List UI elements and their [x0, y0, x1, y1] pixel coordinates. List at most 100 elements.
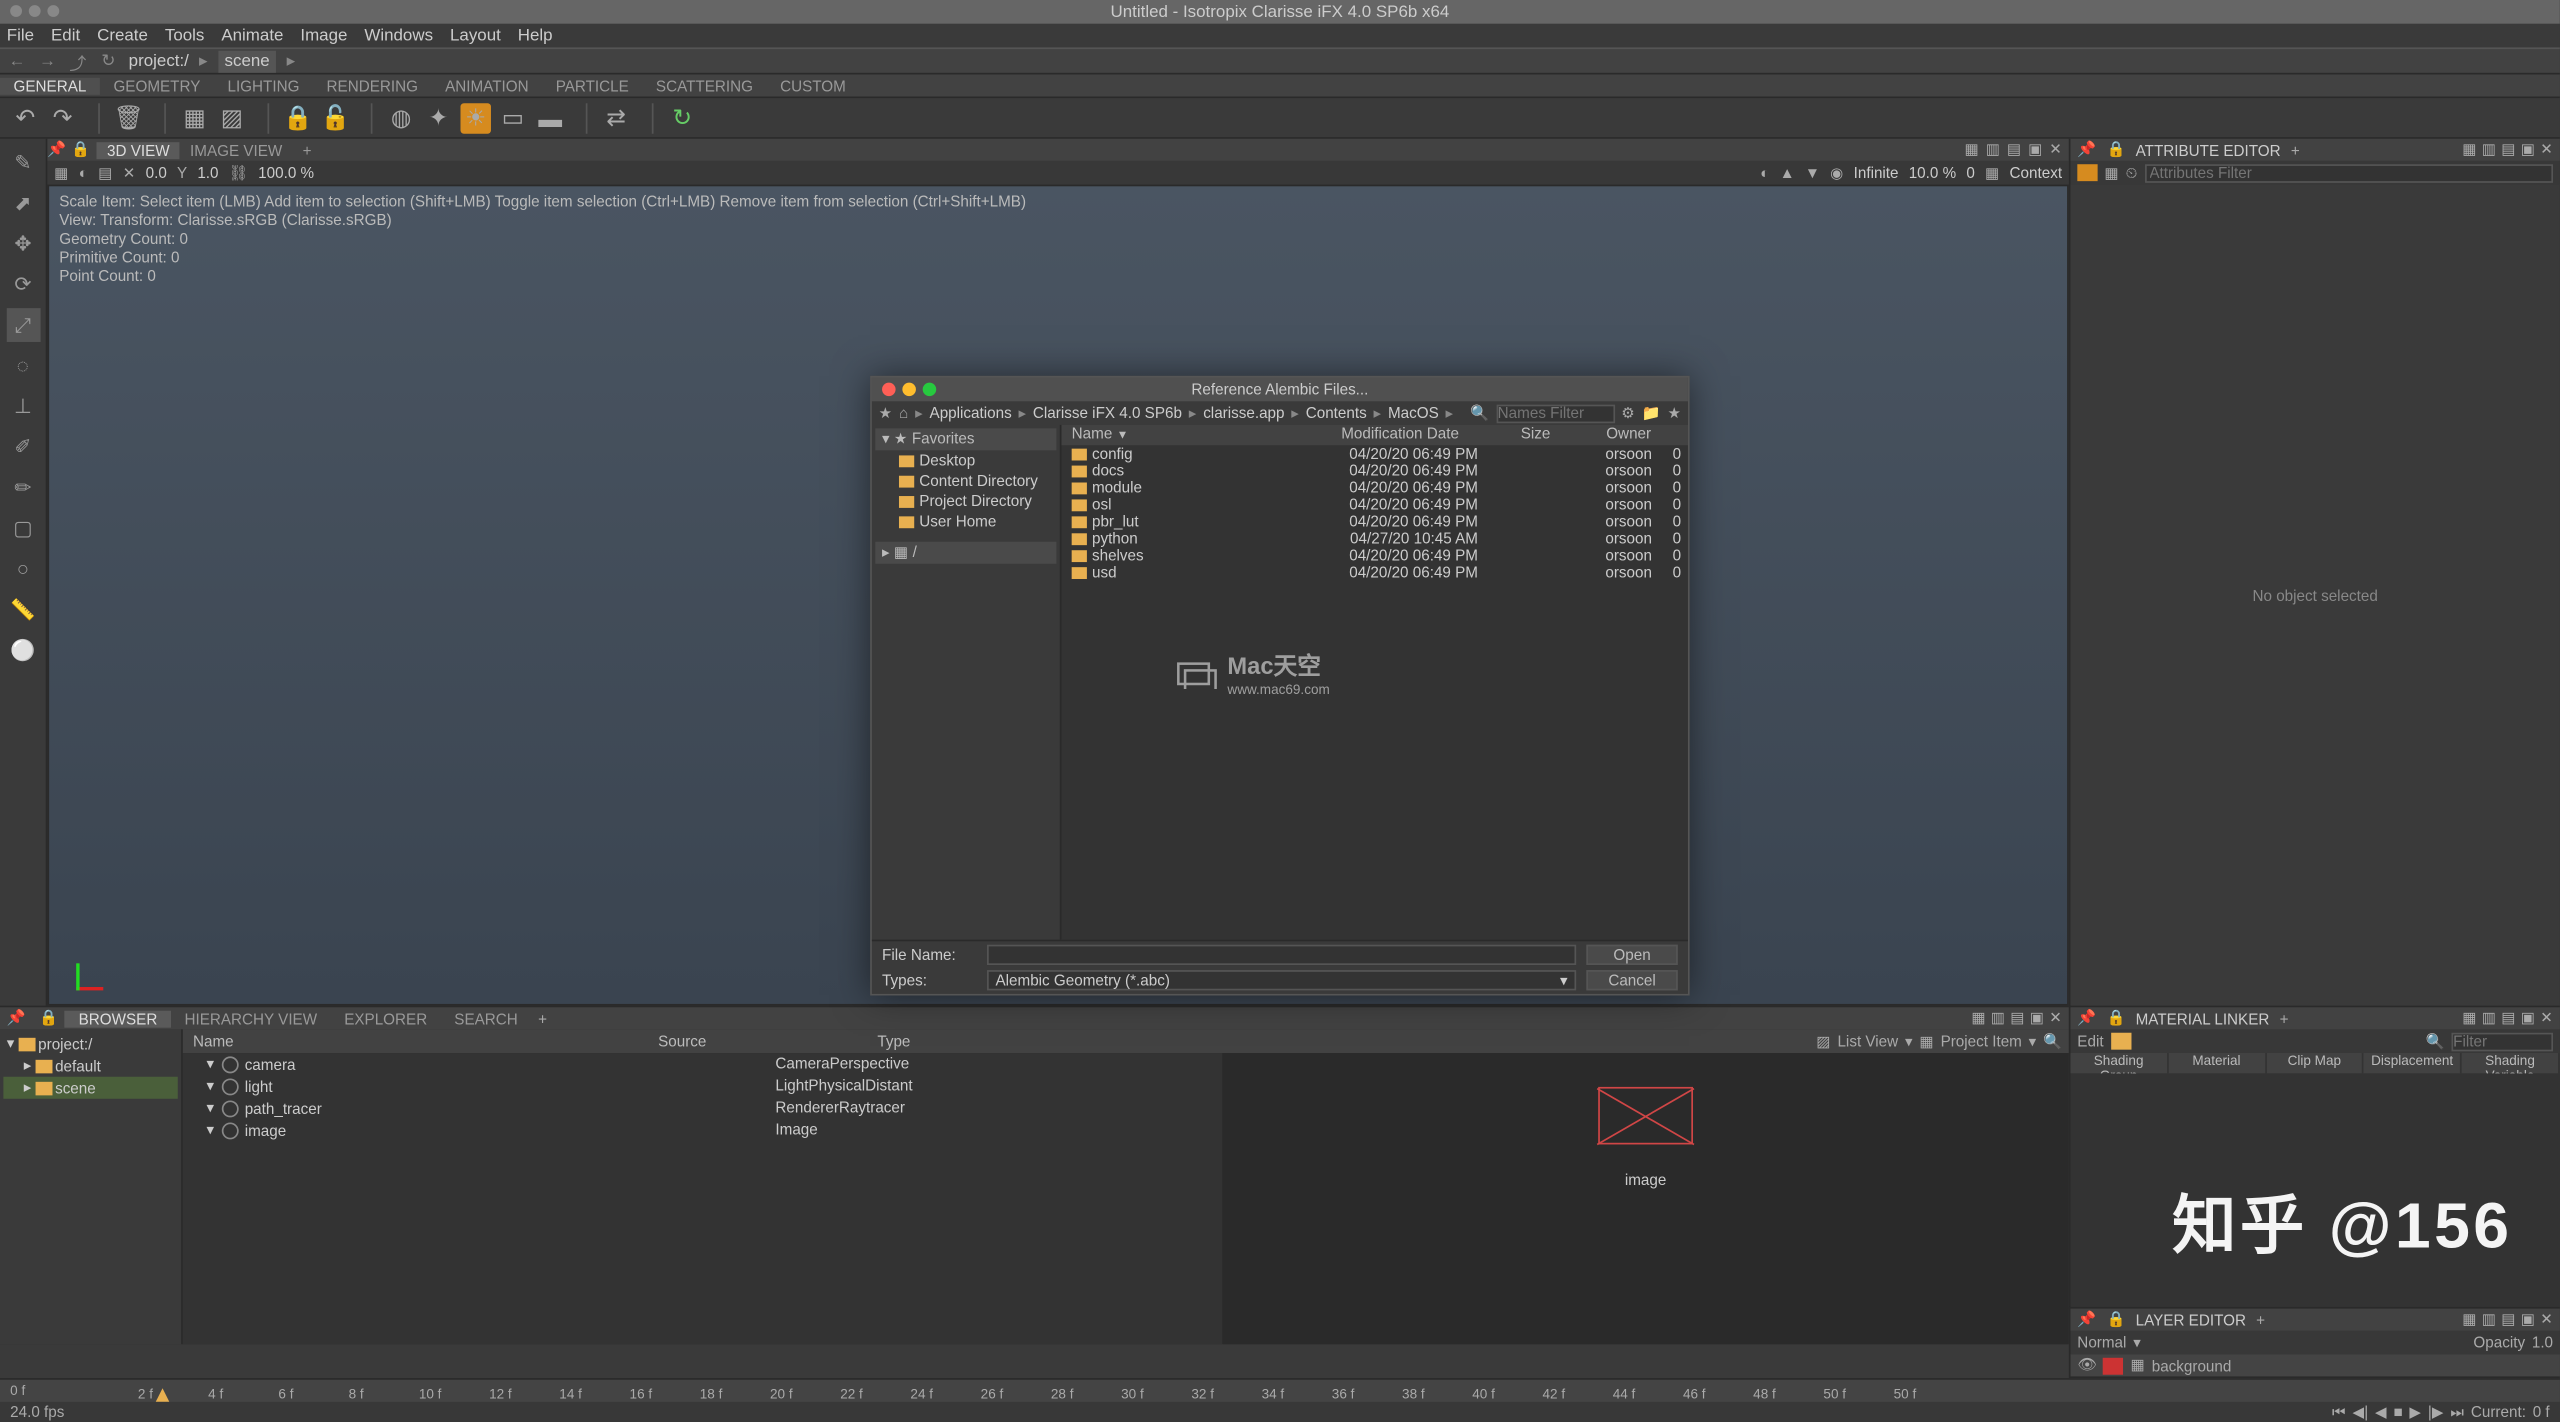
file-row[interactable]: pbr_lut04/20/20 06:49 PMorsoon0	[1062, 513, 1688, 530]
box-tool-icon[interactable]: ▢	[6, 511, 40, 545]
menu-animate[interactable]: Animate	[221, 26, 283, 45]
playhead-icon[interactable]	[156, 1388, 170, 1402]
home-icon[interactable]: ⌂	[899, 405, 908, 422]
stop-icon[interactable]: ■	[2393, 1403, 2402, 1420]
menu-image[interactable]: Image	[300, 26, 347, 45]
ml-col[interactable]: Shading Group	[2071, 1053, 2169, 1073]
vp-rpct[interactable]: 10.0 %	[1909, 164, 1956, 181]
filename-input[interactable]	[987, 944, 1576, 964]
col-owner[interactable]: Owner	[1586, 425, 1671, 445]
layout-icon[interactable]: ▤	[2010, 1009, 2024, 1028]
rotate-tool-icon[interactable]: ⟳	[6, 267, 40, 301]
layout-4-icon[interactable]: ▣	[2028, 141, 2042, 160]
vp-pct[interactable]: 100.0 %	[258, 164, 314, 181]
picker-tool-icon[interactable]: ✎	[6, 146, 40, 180]
tab-search[interactable]: SEARCH	[441, 1010, 532, 1027]
types-dropdown[interactable]: Alembic Geometry (*.abc)▾	[987, 971, 1576, 991]
scale-tool-icon[interactable]: ⤢	[6, 308, 40, 342]
tab-custom[interactable]: CUSTOM	[767, 77, 860, 94]
tree-row[interactable]: ▾project:/	[3, 1033, 177, 1055]
ml-col[interactable]: Clip Map	[2266, 1053, 2364, 1073]
layout-icon[interactable]: ▥	[2482, 141, 2496, 160]
vp-context-icon[interactable]: ▦	[1985, 163, 1999, 182]
list-item[interactable]: ▾lightLightPhysicalDistant	[183, 1075, 1223, 1097]
vp-mode-icon[interactable]: ▦	[54, 163, 68, 182]
blend-mode-dropdown[interactable]: Normal	[2077, 1334, 2126, 1351]
col-name[interactable]: Name ▼	[1062, 425, 1316, 445]
os-min[interactable]	[29, 5, 41, 17]
close-icon[interactable]: ✕	[2049, 1009, 2062, 1028]
camera-icon[interactable]: ▭	[498, 102, 528, 132]
crumb-project[interactable]: project:/	[129, 52, 189, 71]
vp-infinite[interactable]: Infinite	[1854, 164, 1899, 181]
attr-search-input[interactable]	[2144, 163, 2553, 182]
visibility-icon[interactable]: 👁	[2077, 1356, 2096, 1375]
trash-icon[interactable]: 🗑	[113, 102, 143, 132]
goto-start-icon[interactable]: ⏮	[2332, 1403, 2346, 1422]
col-source[interactable]: Source	[589, 1033, 775, 1050]
layout-3-icon[interactable]: ▤	[2007, 141, 2021, 160]
file-row[interactable]: usd04/20/20 06:49 PMorsoon0	[1062, 564, 1688, 581]
tab-geometry[interactable]: GEOMETRY	[100, 77, 214, 94]
light-icon[interactable]: ☀	[460, 102, 490, 132]
col-date[interactable]: Modification Date	[1315, 425, 1484, 445]
layout-icon[interactable]: ▤	[2501, 1009, 2515, 1028]
lock-icon[interactable]: 🔒	[2106, 1009, 2125, 1028]
group-icon[interactable]: ▦	[179, 102, 209, 132]
sphere-tool-icon[interactable]: ○	[6, 552, 40, 586]
layout-icon[interactable]: ▤	[2501, 1310, 2515, 1329]
opacity-field[interactable]: 1.0	[2532, 1334, 2553, 1351]
settings-icon[interactable]: ⚙	[1621, 404, 1635, 423]
obj-icon2[interactable]: ▦	[2104, 163, 2118, 182]
tab-scattering[interactable]: SCATTERING	[642, 77, 766, 94]
os-close[interactable]	[10, 5, 22, 17]
vp-val1[interactable]: 0.0	[146, 164, 167, 181]
move-tool-icon[interactable]: ✥	[6, 227, 40, 261]
file-row[interactable]: shelves04/20/20 06:49 PMorsoon0	[1062, 547, 1688, 564]
project-item-dropdown[interactable]: Project Item	[1941, 1032, 2022, 1051]
layout-icon[interactable]: ▥	[1991, 1009, 2005, 1028]
star-icon[interactable]: ★	[879, 404, 893, 423]
play-icon[interactable]: ▶	[2409, 1403, 2421, 1422]
history-icon[interactable]: ⏲	[2126, 163, 2138, 182]
close-icon[interactable]: ✕	[2540, 1009, 2553, 1028]
nav-refresh-icon[interactable]: ↻	[98, 52, 118, 71]
nav-up-icon[interactable]: ⤴	[68, 48, 88, 73]
layout-icon[interactable]: ▥	[2482, 1009, 2496, 1028]
dialog-min-icon[interactable]	[902, 383, 916, 397]
root-row[interactable]: /	[913, 543, 917, 560]
vp-r-icon2[interactable]: ▲	[1780, 164, 1795, 181]
view-mode-icon[interactable]: ▨	[1816, 1032, 1830, 1051]
unlock-icon[interactable]: 🔓	[320, 102, 350, 132]
file-row[interactable]: module04/20/20 06:49 PMorsoon0	[1062, 479, 1688, 496]
tab-lighting[interactable]: LIGHTING	[214, 77, 313, 94]
tab-rendering[interactable]: RENDERING	[313, 77, 432, 94]
vp-val2[interactable]: 1.0	[197, 164, 218, 181]
layout-icon[interactable]: ▣	[2030, 1009, 2044, 1028]
close-panel-icon[interactable]: ✕	[2049, 141, 2062, 160]
tab-3d-view[interactable]: 3D VIEW	[97, 141, 180, 158]
crumb-item[interactable]: Applications	[930, 405, 1012, 422]
layout-2-icon[interactable]: ▥	[1986, 141, 2000, 160]
menu-file[interactable]: File	[7, 26, 34, 45]
current-field[interactable]: 0 f	[2533, 1403, 2550, 1420]
dialog-close-icon[interactable]	[882, 383, 896, 397]
crumb-item[interactable]: MacOS	[1388, 405, 1439, 422]
list-item[interactable]: ▾cameraCameraPerspective	[183, 1053, 1223, 1075]
close-icon[interactable]: ✕	[2540, 141, 2553, 160]
layout-icon[interactable]: ▦	[2462, 141, 2476, 160]
filter-icon[interactable]: ▦	[1919, 1032, 1933, 1051]
layout-icon[interactable]: ▤	[2501, 141, 2515, 160]
list-item[interactable]: ▾path_tracerRendererRaytracer	[183, 1097, 1223, 1119]
ml-filter-input[interactable]	[2451, 1032, 2553, 1051]
menu-layout[interactable]: Layout	[450, 26, 501, 45]
folder-icon[interactable]: 📁	[1642, 404, 1661, 423]
open-button[interactable]: Open	[1586, 944, 1677, 964]
menu-edit[interactable]: Edit	[51, 26, 80, 45]
star-icon[interactable]: ★	[1667, 404, 1681, 423]
menu-create[interactable]: Create	[97, 26, 148, 45]
select-tool-icon[interactable]: ⬈	[6, 186, 40, 220]
pin-icon[interactable]: 📌	[47, 141, 64, 160]
favorite-item[interactable]: Project Directory	[875, 491, 1056, 511]
list-view-dropdown[interactable]: List View	[1837, 1032, 1898, 1051]
